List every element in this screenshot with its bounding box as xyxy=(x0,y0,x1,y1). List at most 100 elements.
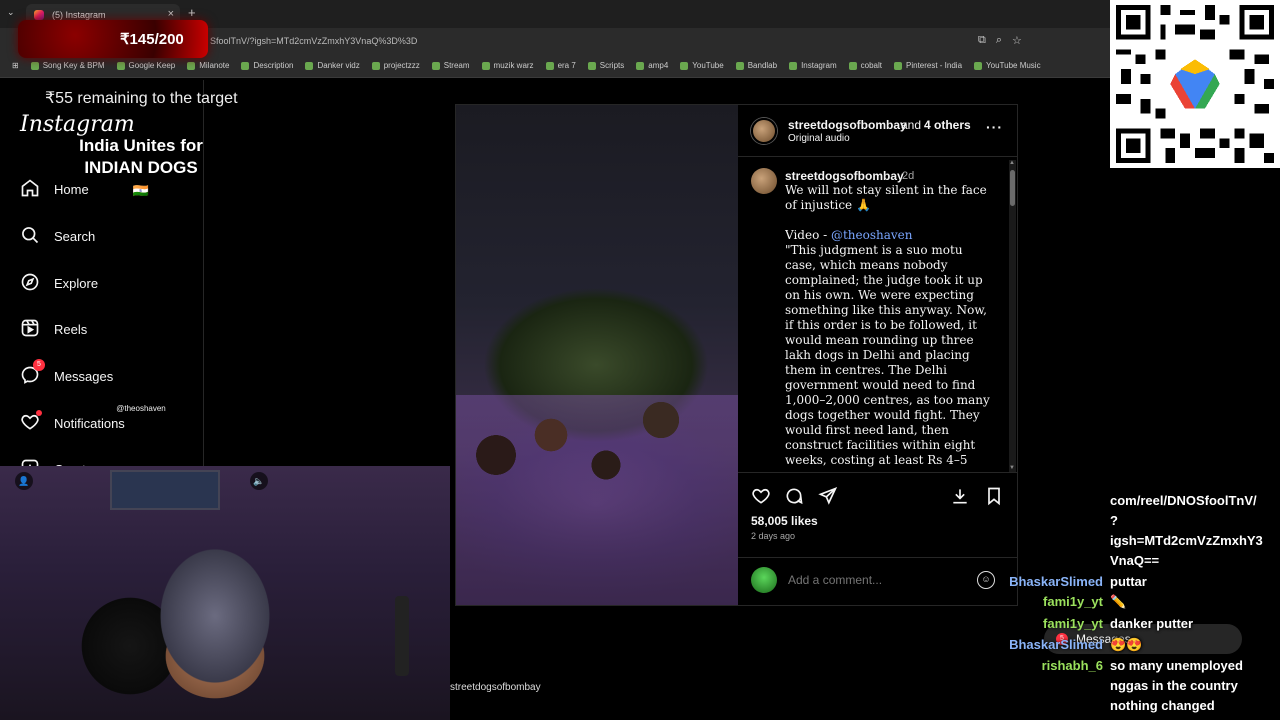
author-avatar[interactable] xyxy=(751,118,777,144)
audio-link[interactable]: Original audio xyxy=(788,133,850,144)
bookmark-item[interactable]: YouTube Music xyxy=(974,61,1041,70)
bookmark-item[interactable]: muzik warz xyxy=(481,61,534,70)
zoom-icon[interactable]: ⌕ xyxy=(996,34,1002,47)
bookmark-label: Scripts xyxy=(599,61,625,70)
bookmark-favicon-icon xyxy=(116,61,125,70)
bookmark-item[interactable]: Danker vidz xyxy=(305,61,360,70)
caption-mention-link[interactable]: @theoshaven xyxy=(831,228,913,242)
collab-and-text: and xyxy=(901,118,922,132)
bookmark-item[interactable]: Stream xyxy=(431,61,470,70)
bookmark-favicon-icon xyxy=(545,61,554,70)
sidebar-item-label: Notifications xyxy=(54,416,125,431)
tab-search-chevron-icon[interactable]: ⌄ xyxy=(7,7,15,18)
instagram-logo[interactable]: Instagram xyxy=(20,112,135,137)
reel-video[interactable] xyxy=(456,105,738,605)
search-icon xyxy=(20,225,40,248)
url-text[interactable]: SfoolTnV/?igsh=MTd2cmVzZmxhY3VnaQ%3D%3D xyxy=(210,36,417,46)
chat-username: fami1y_yt xyxy=(1043,616,1103,631)
bookmark-favicon-icon xyxy=(735,61,744,70)
caption-text: We will not stay silent in the face of i… xyxy=(785,183,997,470)
chat-username: rishabh_6 xyxy=(1041,658,1103,673)
donation-remaining-text: ₹55 remaining to the target xyxy=(45,90,238,107)
sidebar-item-messages[interactable]: 5 Messages xyxy=(20,359,114,388)
reels-icon xyxy=(20,318,40,341)
bookmark-item[interactable]: cobalt xyxy=(848,61,882,70)
india-flag-icon: 🇮🇳 xyxy=(132,183,150,198)
chat-message: 😍😍 xyxy=(1110,637,1143,652)
new-tab-plus-icon[interactable]: + xyxy=(188,5,196,20)
bookmark-item[interactable]: Google Keep xyxy=(116,61,176,70)
collab-others-link[interactable]: 4 others xyxy=(924,118,971,132)
bookmark-favicon-icon xyxy=(481,61,490,70)
sidebar-item-label: Explore xyxy=(54,276,99,291)
scrollbar-thumb[interactable] xyxy=(1010,170,1015,206)
apps-grid-icon[interactable]: ⊞ xyxy=(12,61,19,70)
bookmark-favicon-icon xyxy=(587,61,596,70)
messages-badge: 5 xyxy=(33,359,45,371)
sidebar-item-notifications[interactable]: Notifications xyxy=(20,410,125,435)
caption-body: "This judgment is a suo motu case, which… xyxy=(785,243,990,470)
scroll-up-arrow-icon[interactable]: ▲ xyxy=(1009,160,1015,166)
bookmark-label: YouTube xyxy=(692,61,724,70)
bookmark-item[interactable]: amp4 xyxy=(636,61,668,70)
bookmark-item[interactable]: Milanote xyxy=(187,61,229,70)
instagram-favicon-icon xyxy=(34,10,44,20)
feed-username-partial[interactable]: streetdogsofbombay xyxy=(450,682,541,693)
chat-message: VnaQ== xyxy=(1110,553,1160,568)
bookmark-item[interactable]: YouTube xyxy=(680,61,724,70)
share-paper-plane-icon[interactable] xyxy=(818,486,838,506)
bookmark-item[interactable]: projectzzz xyxy=(371,61,420,70)
like-heart-icon[interactable] xyxy=(751,486,771,506)
bookmark-item[interactable]: Song Key & BPM xyxy=(30,61,105,70)
bookmark-label: amp4 xyxy=(648,61,669,70)
caption-timestamp[interactable]: 2d xyxy=(902,170,914,182)
caption-avatar[interactable] xyxy=(751,168,777,194)
chat-message: so many unemployed xyxy=(1110,658,1243,673)
bookmark-item[interactable]: Description xyxy=(241,61,293,70)
bookmark-item[interactable]: era 7 xyxy=(545,61,576,70)
tab-title: (5) Instagram xyxy=(52,10,106,20)
address-bar-actions: ⧉ ⌕ ☆ xyxy=(978,34,1022,47)
install-app-icon[interactable]: ⧉ xyxy=(978,34,986,47)
bookmark-favicon-icon xyxy=(974,61,983,70)
bookmark-favicon-icon xyxy=(848,61,857,70)
caption-scrollbar[interactable] xyxy=(1009,160,1016,472)
more-options-icon[interactable]: ··· xyxy=(986,119,1003,135)
sidebar-item-label: Messages xyxy=(54,369,114,384)
sidebar-item-explore[interactable]: Explore xyxy=(20,272,98,295)
bookmark-favicon-icon xyxy=(187,61,196,70)
compass-icon xyxy=(20,272,40,295)
donation-goal-amount: ₹145/200 xyxy=(120,31,184,48)
close-tab-icon[interactable]: × xyxy=(168,8,174,20)
comment-bubble-icon[interactable] xyxy=(784,486,804,506)
bookmark-favicon-icon xyxy=(305,61,314,70)
download-icon[interactable] xyxy=(950,486,970,506)
bookmark-star-icon[interactable]: ☆ xyxy=(1012,34,1022,47)
comment-input[interactable] xyxy=(788,573,968,587)
bookmark-label: era 7 xyxy=(557,61,576,70)
bookmark-favicon-icon xyxy=(680,61,689,70)
sidebar-item-search[interactable]: Search xyxy=(20,225,95,248)
chat-message: ? xyxy=(1110,513,1118,528)
sidebar-item-reels[interactable]: Reels xyxy=(20,318,87,341)
actions-divider xyxy=(738,472,1017,473)
payment-qr-code xyxy=(1110,0,1280,168)
bookmark-item[interactable]: Instagram xyxy=(789,61,837,70)
scroll-down-arrow-icon[interactable]: ▼ xyxy=(1009,465,1015,471)
bookmark-label: muzik warz xyxy=(493,61,534,70)
bookmark-label: Pinterest - India xyxy=(906,61,963,70)
bookmark-label: projectzzz xyxy=(383,61,420,70)
bookmark-label: Google Keep xyxy=(128,61,176,70)
caption-video-label: Video - xyxy=(785,228,831,242)
bookmark-item[interactable]: Scripts xyxy=(587,61,625,70)
save-bookmark-icon[interactable] xyxy=(984,486,1004,506)
bookmark-item[interactable]: Pinterest - India xyxy=(894,61,962,70)
tagged-user-icon[interactable]: 👤 xyxy=(15,472,33,490)
author-username[interactable]: streetdogsofbombay xyxy=(788,118,907,132)
chat-username: fami1y_yt xyxy=(1043,594,1103,609)
caption-username[interactable]: streetdogsofbombay xyxy=(785,169,904,183)
mute-icon[interactable]: 🔈 xyxy=(250,472,268,490)
caption-intro: We will not stay silent in the face of i… xyxy=(785,183,987,212)
like-count[interactable]: 58,005 likes xyxy=(751,514,818,528)
bookmark-item[interactable]: Bandlab xyxy=(735,61,777,70)
